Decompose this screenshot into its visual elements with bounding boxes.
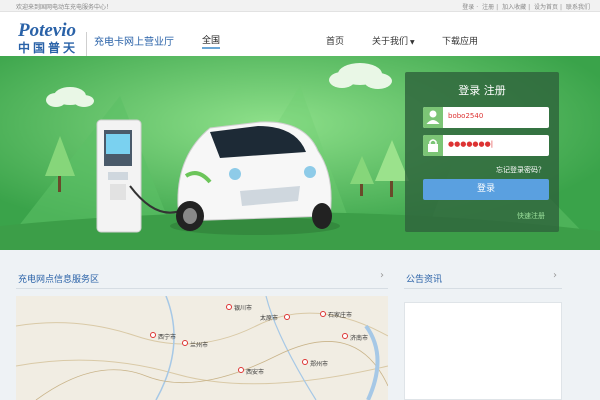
chevron-right-icon[interactable]: › — [553, 270, 557, 281]
password-value: ●●●●●●●| — [448, 140, 494, 148]
username-value: bobo2540 — [448, 112, 484, 120]
site-subtitle: 充电卡网上营业厅 — [94, 37, 174, 48]
station-marker[interactable] — [238, 367, 244, 373]
welcome-text: 欢迎来到国网电动车充电服务中心！ — [16, 4, 113, 11]
station-map[interactable]: 银川市 太原市 石家庄市 西宁市 兰州市 济南市 西安市 郑州市 — [16, 296, 388, 400]
city-label: 济南市 — [350, 335, 369, 342]
city-label: 西安市 — [246, 369, 265, 376]
site-header: Potevio 中国普天 — [0, 12, 600, 56]
region-selector[interactable]: 全国 — [202, 33, 221, 49]
logo-chinese: 中国普天 — [18, 41, 79, 55]
login-button[interactable]: 登录 — [423, 179, 549, 200]
notice-section-title: 公告资讯 — [406, 275, 443, 285]
station-marker[interactable] — [342, 333, 348, 339]
utility-links: 登录 · 注册 | 加入收藏 | 设为首页 | 联系我们 — [462, 4, 590, 11]
user-icon — [423, 107, 443, 128]
station-marker[interactable] — [302, 359, 308, 365]
station-marker[interactable] — [226, 304, 232, 310]
city-label: 兰州市 — [190, 342, 209, 349]
map-section-divider — [16, 288, 388, 289]
nav-about-label: 关于我们 — [372, 37, 409, 47]
lock-icon — [423, 135, 443, 156]
contact-link[interactable]: 联系我们 — [566, 4, 590, 11]
city-label: 太原市 — [260, 315, 279, 322]
city-label: 石家庄市 — [328, 312, 353, 319]
nav-home[interactable]: 首页 — [326, 34, 344, 47]
notice-section-divider — [404, 288, 562, 289]
station-marker[interactable] — [150, 332, 156, 338]
login-link[interactable]: 登录 — [462, 4, 474, 11]
notice-panel — [404, 302, 562, 400]
station-marker[interactable] — [284, 314, 290, 320]
top-utility-bar: 欢迎来到国网电动车充电服务中心！ 登录 · 注册 | 加入收藏 | 设为首页 | 联系我… — [0, 0, 600, 12]
chevron-down-icon: ▼ — [410, 39, 415, 46]
station-marker[interactable] — [320, 311, 326, 317]
site-logo[interactable]: Potevio 中国普天 — [18, 20, 78, 56]
nav-download[interactable]: 下载应用 — [442, 34, 478, 47]
city-label: 郑州市 — [310, 361, 329, 368]
set-homepage-link[interactable]: 设为首页 — [534, 4, 558, 11]
city-label: 西宁市 — [158, 334, 177, 341]
forgot-password-link[interactable]: 忘记登录密码？ — [496, 165, 545, 175]
map-section-title: 充电网点信息服务区 — [18, 275, 100, 285]
city-label: 银川市 — [234, 305, 253, 312]
chevron-right-icon[interactable]: › — [380, 270, 384, 281]
register-link[interactable]: 注册 — [482, 4, 494, 11]
login-panel: 登录 注册 bobo2540 ●●●●●●●| 忘记登录密码？ 登录 快速注册 — [405, 72, 559, 232]
station-marker[interactable] — [182, 340, 188, 346]
username-input[interactable]: bobo2540 — [423, 107, 549, 128]
password-input[interactable]: ●●●●●●●| — [423, 135, 549, 156]
bookmark-link[interactable]: 加入收藏 — [502, 4, 526, 11]
quick-register-link[interactable]: 快速注册 — [517, 211, 545, 221]
header-divider — [86, 32, 87, 56]
nav-about[interactable]: 关于我们 ▼ — [372, 34, 415, 47]
login-panel-title[interactable]: 登录 注册 — [405, 82, 559, 98]
